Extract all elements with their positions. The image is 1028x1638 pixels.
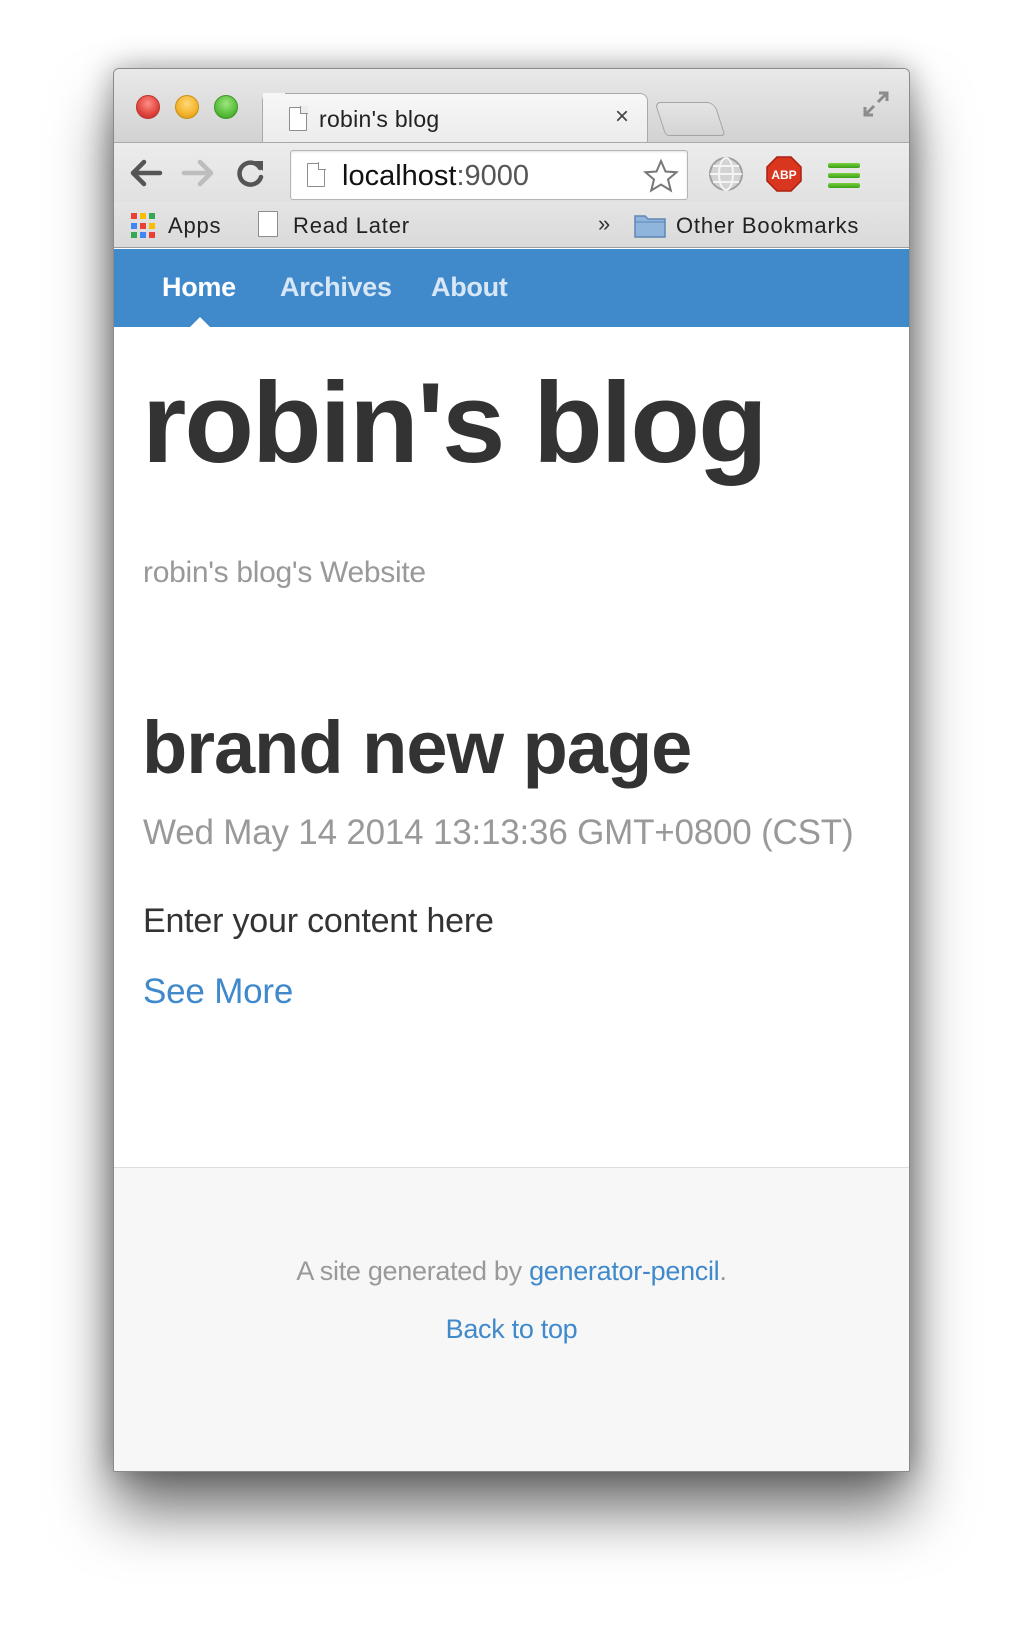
back-arrow-icon[interactable]	[128, 157, 164, 189]
address-url: localhost:9000	[342, 160, 529, 193]
nav-link-home[interactable]: Home	[162, 272, 236, 303]
post-date: Wed May 14 2014 13:13:36 GMT+0800 (CST)	[143, 813, 854, 852]
blog-title: robin's blog	[142, 360, 768, 487]
active-nav-caret	[190, 317, 210, 327]
blog-subtitle: robin's blog's Website	[143, 556, 426, 589]
new-tab-button[interactable]	[654, 102, 726, 136]
browser-window: robin's blog × localhost:9000 ABP Apps R…	[113, 68, 910, 1472]
adblock-icon[interactable]: ABP	[765, 155, 803, 193]
web-page: Home Archives About robin's blog robin's…	[114, 249, 909, 1471]
title-bar: robin's blog ×	[114, 69, 909, 143]
bookmarks-bar: Apps Read Later » Other Bookmarks	[114, 202, 909, 248]
close-window-button[interactable]	[136, 95, 160, 119]
menu-icon[interactable]	[828, 163, 860, 189]
browser-toolbar: localhost:9000 ABP	[114, 142, 909, 202]
address-host: localhost	[342, 160, 457, 192]
page-icon	[307, 162, 326, 187]
address-bar[interactable]: localhost:9000	[290, 150, 688, 200]
see-more-link[interactable]: See More	[143, 972, 293, 1012]
fullscreen-icon[interactable]	[861, 89, 891, 119]
bookmark-apps[interactable]: Apps	[168, 213, 221, 239]
bookmark-other[interactable]: Other Bookmarks	[676, 213, 859, 239]
star-icon[interactable]	[643, 158, 679, 194]
minimize-window-button[interactable]	[175, 95, 199, 119]
forward-arrow-icon[interactable]	[180, 157, 216, 189]
footer-credit-suffix: .	[719, 1256, 727, 1286]
bookmark-read-later[interactable]: Read Later	[293, 213, 410, 239]
footer-credit-prefix: A site generated by	[296, 1256, 530, 1286]
generator-link[interactable]: generator-pencil	[529, 1256, 720, 1286]
nav-link-archives[interactable]: Archives	[280, 272, 392, 303]
document-icon	[258, 211, 278, 237]
site-footer: A site generated by generator-pencil. Ba…	[114, 1167, 909, 1471]
bookmarks-overflow-button[interactable]: »	[598, 211, 610, 237]
post-title[interactable]: brand new page	[142, 705, 692, 790]
screenshot-stage: robin's blog × localhost:9000 ABP Apps R…	[0, 0, 1028, 1638]
globe-icon[interactable]	[707, 155, 745, 193]
reload-icon[interactable]	[233, 157, 269, 189]
footer-credit: A site generated by generator-pencil.	[114, 1256, 909, 1287]
apps-grid-icon[interactable]	[131, 213, 157, 239]
folder-icon	[634, 215, 666, 238]
document-icon	[289, 107, 307, 131]
browser-tab[interactable]: robin's blog ×	[262, 93, 648, 143]
address-port: :9000	[456, 160, 530, 192]
close-icon[interactable]: ×	[615, 103, 629, 130]
site-navbar: Home Archives About	[114, 249, 909, 327]
post-body: Enter your content here	[143, 902, 494, 940]
tab-title: robin's blog	[319, 106, 440, 132]
back-to-top-link[interactable]: Back to top	[114, 1314, 909, 1345]
zoom-window-button[interactable]	[214, 95, 238, 119]
nav-link-about[interactable]: About	[431, 272, 508, 303]
abp-label: ABP	[771, 168, 796, 182]
